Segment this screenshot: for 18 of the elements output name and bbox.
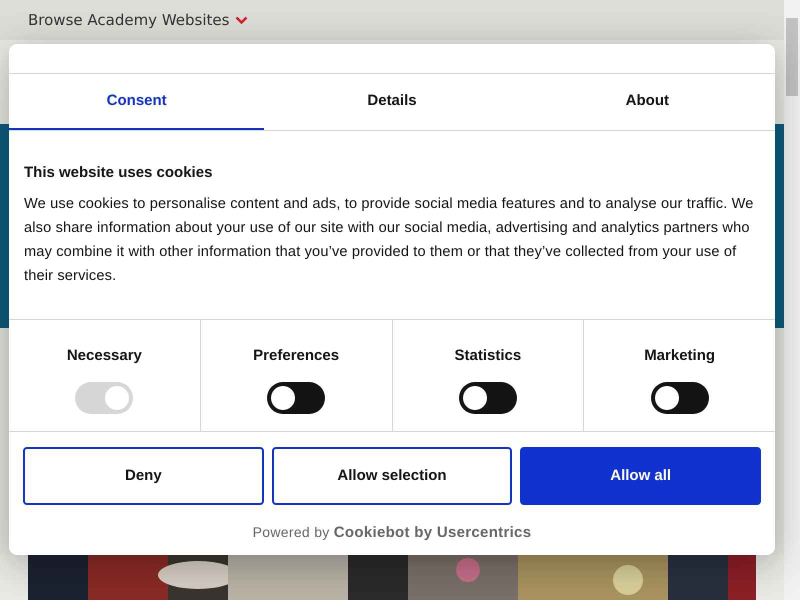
powered-by-text: Powered by Cookiebot by Usercentrics [252,524,532,540]
toggle-switch[interactable] [267,382,326,414]
notice-text: We use cookies to personalise content and ads, to provide social media features and to analyse our traffic. We also share information about your use of our site with our social media, advertising and analytics partners who may combine it with other information that you’ve provided to them or that they’ve collected from your use of their services. [24,195,755,286]
category-label: Marketing [644,346,716,366]
consent-button[interactable]: Allow all [520,447,762,505]
tab[interactable]: Consent [9,74,264,130]
consent-button[interactable]: Deny [23,447,264,505]
category-label: Preferences [253,346,340,366]
chevron-down-icon [235,16,248,24]
toggle-switch[interactable] [458,382,517,414]
notice-title: This website uses cookies [24,164,214,182]
category-label: Statistics [454,346,522,366]
scrollbar-thumb[interactable] [786,18,798,96]
consent-button[interactable]: Allow selection [272,447,512,505]
toggle-switch[interactable] [650,382,709,414]
scrollbar[interactable] [784,0,800,600]
category-label: Necessary [66,346,142,366]
site-menu-link[interactable]: Browse Academy Websites [28,8,230,32]
